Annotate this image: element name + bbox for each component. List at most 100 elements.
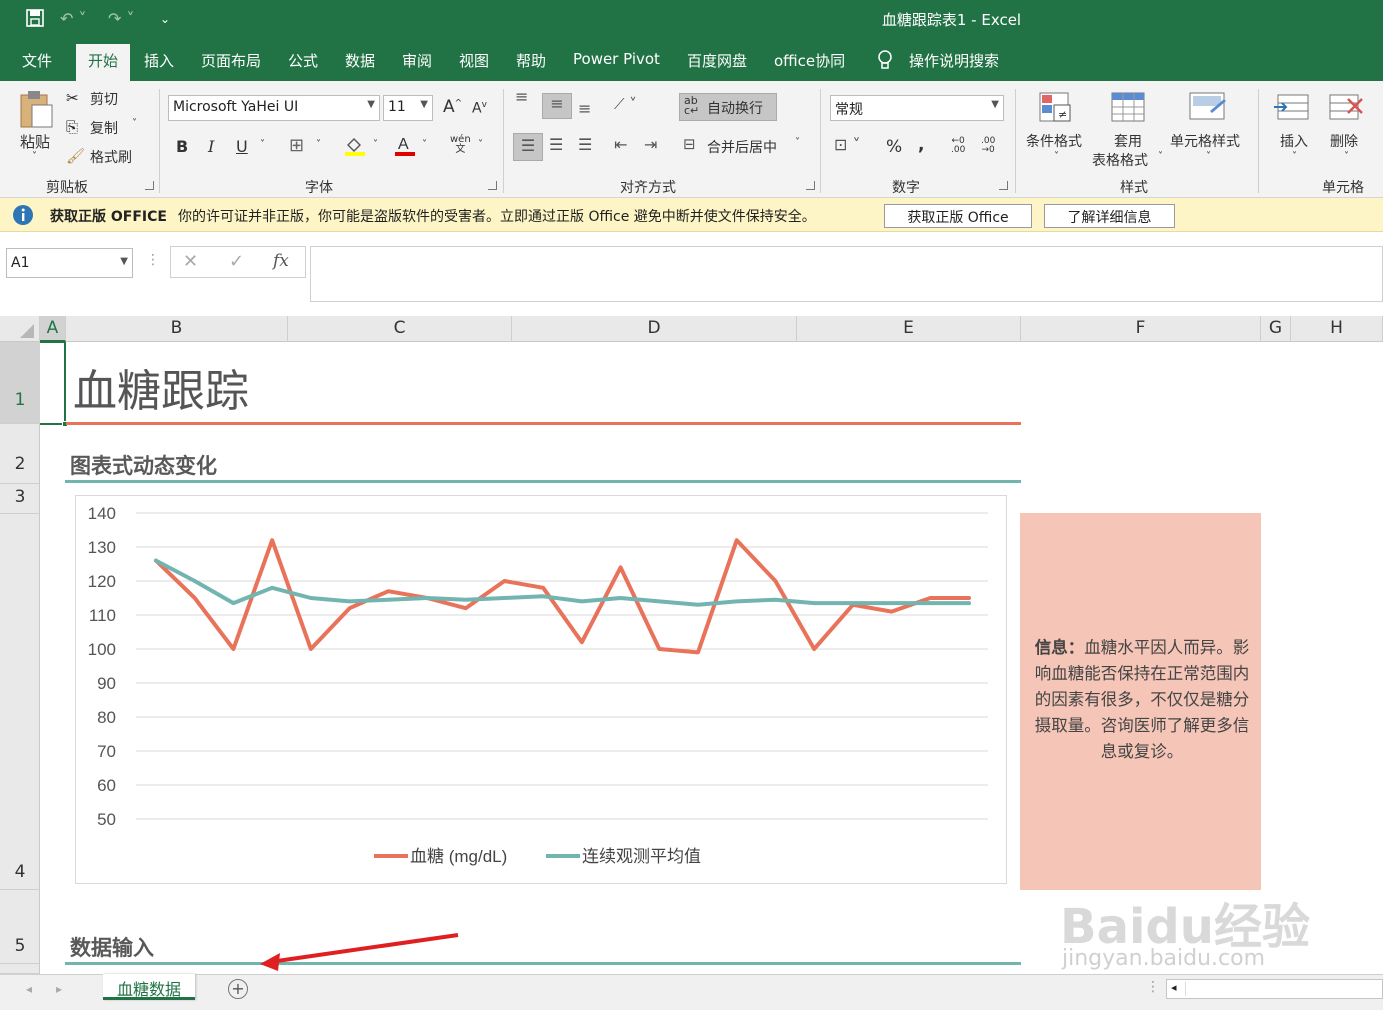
tab-review[interactable]: 审阅 [402, 50, 432, 71]
tab-formulas[interactable]: 公式 [288, 50, 318, 71]
insert-cells-button[interactable]: 插入 ˅ [1272, 91, 1318, 162]
add-sheet-icon[interactable]: + [228, 979, 248, 999]
tab-insert[interactable]: 插入 [144, 50, 174, 71]
format-as-table-button[interactable]: 套用 表格格式 ˅ [1090, 91, 1166, 169]
fill-color-button[interactable] [344, 135, 366, 161]
copy-label: 复制 [90, 121, 118, 137]
underline-button[interactable]: U [236, 137, 248, 156]
align-top-icon[interactable]: ≡ [515, 89, 528, 105]
tab-office-collab[interactable]: office协同 [774, 50, 845, 71]
paste-button[interactable]: 粘贴 ˅ [18, 89, 56, 162]
tell-me-search[interactable]: 操作说明搜索 [909, 50, 999, 71]
horizontal-scrollbar[interactable]: ◂ [1166, 979, 1383, 999]
cancel-icon[interactable]: ✕ [183, 251, 198, 272]
chevron-down-icon[interactable]: ˅ [373, 139, 378, 150]
chevron-down-icon[interactable]: ˅ [260, 139, 265, 150]
font-launcher-icon[interactable] [488, 181, 497, 190]
formula-input[interactable] [310, 246, 1383, 302]
tab-view[interactable]: 视图 [459, 50, 489, 71]
align-center-icon[interactable]: ☰ [549, 135, 563, 154]
decrease-decimal-button[interactable]: .00 →0 [981, 137, 995, 155]
tab-file[interactable]: 文件 [22, 50, 52, 71]
scroll-right-icon[interactable]: ▸ [56, 982, 62, 996]
delete-cells-button[interactable]: 删除 ˅ [1326, 91, 1372, 162]
clipboard-group-label: 剪贴板 [46, 180, 88, 196]
row-header-6[interactable] [0, 964, 40, 974]
tab-power-pivot[interactable]: Power Pivot [573, 50, 660, 68]
format-painter-button[interactable]: 🖌 格式刷 [66, 147, 132, 166]
column-header-h[interactable]: H [1291, 316, 1383, 342]
alignment-launcher-icon[interactable] [806, 181, 815, 190]
align-bottom-icon[interactable]: ≡ [578, 99, 591, 118]
tab-home[interactable]: 开始 [76, 44, 131, 81]
align-middle-icon[interactable]: ≡ [542, 93, 572, 119]
get-genuine-button[interactable]: 获取正版 Office [884, 204, 1032, 228]
row-header-3[interactable]: 3 [0, 484, 40, 514]
chevron-down-icon: ˅ [1206, 151, 1211, 162]
tab-data[interactable]: 数据 [345, 50, 375, 71]
comma-button[interactable]: , [918, 135, 924, 155]
wrap-text-button[interactable]: ab c↵ 自动换行 [679, 93, 777, 121]
column-header-c[interactable]: C [288, 316, 512, 342]
decrease-indent-icon[interactable]: ⇤ [614, 135, 627, 154]
learn-more-button[interactable]: 了解详细信息 [1044, 204, 1175, 228]
phonetic-button[interactable]: wén 文 [450, 135, 471, 155]
y-tick-label: 110 [89, 606, 116, 625]
row-header-2[interactable]: 2 [0, 424, 40, 484]
row-header-1[interactable]: 1 [0, 342, 40, 424]
chevron-down-icon[interactable]: ˅ [478, 139, 483, 150]
column-header-b[interactable]: B [66, 316, 288, 342]
tab-help[interactable]: 帮助 [516, 50, 546, 71]
bold-button[interactable]: B [176, 137, 188, 156]
glucose-chart[interactable]: 140 130 120 110 100 90 80 70 60 50 血糖 (mg/dL) 连续观测平… [75, 495, 1007, 884]
scrollbar-thumb[interactable] [1185, 982, 1380, 996]
merge-center-button[interactable]: ⊟ 合并后居中 ˅ [683, 135, 800, 156]
cell-styles-icon [1189, 92, 1226, 120]
ribbon: 粘贴 ˅ ✂ 剪切 ⎘ 复制 ˅ 🖌 格式刷 剪贴板 Microsoft YaH… [0, 81, 1383, 198]
number-format-combo[interactable]: 常规 ▼ [830, 95, 1004, 121]
font-name-combo[interactable]: Microsoft YaHei UI ▼ [168, 95, 380, 121]
orientation-icon[interactable]: ⟋ ˅ [614, 95, 637, 113]
increase-decimal-button[interactable]: ←0.00 [951, 137, 965, 155]
clipboard-launcher-icon[interactable] [145, 181, 154, 190]
column-header-f[interactable]: F [1021, 316, 1261, 342]
number-group-label: 数字 [892, 180, 920, 196]
scroll-left-icon[interactable]: ◂ [26, 982, 32, 996]
copy-button[interactable]: ⎘ 复制 ˅ [66, 118, 137, 137]
cell-styles-button[interactable]: 单元格样式 ˅ [1170, 91, 1250, 162]
align-right-icon[interactable]: ☰ [578, 135, 592, 154]
borders-icon[interactable]: ⊞ [289, 135, 304, 156]
worksheet[interactable]: 血糖跟踪 图表式动态变化 140 130 120 110 100 90 80 70 60 50 血糖… [40, 342, 1383, 974]
row-header-5[interactable]: 5 [0, 890, 40, 964]
grow-font-button[interactable]: A^ [443, 97, 462, 117]
selected-cell-a1[interactable] [40, 342, 68, 427]
name-box[interactable]: A1 ▼ [6, 248, 133, 278]
column-header-g[interactable]: G [1261, 316, 1291, 342]
chevron-down-icon[interactable]: ˅ [316, 139, 321, 150]
align-left-icon[interactable]: ☰ [513, 133, 543, 161]
shrink-font-button[interactable]: Av [472, 100, 487, 117]
enter-icon[interactable]: ✓ [229, 251, 244, 272]
select-all-button[interactable] [0, 316, 40, 342]
row-header-4[interactable]: 4 [0, 514, 40, 890]
sheet-tab-blood-glucose[interactable]: 血糖数据 [103, 974, 195, 1000]
font-size-combo[interactable]: 11 ▼ [383, 95, 433, 121]
italic-button[interactable]: I [208, 137, 214, 156]
column-header-e[interactable]: E [797, 316, 1021, 342]
number-launcher-icon[interactable] [999, 181, 1008, 190]
chevron-down-icon[interactable]: ˅ [422, 139, 427, 150]
scroll-left-icon[interactable]: ◂ [1171, 981, 1177, 994]
accounting-format-icon[interactable]: ⊡ ˅ [834, 135, 861, 154]
tab-page-layout[interactable]: 页面布局 [201, 50, 261, 71]
tab-baidu[interactable]: 百度网盘 [687, 50, 747, 71]
conditional-formatting-button[interactable]: ≠ 条件格式 ˅ [1026, 91, 1092, 162]
title-bar: ↶ ˅ ↷ ˅ ⌄ 血糖跟踪表1 - Excel [0, 0, 1383, 38]
column-header-a[interactable]: A [40, 316, 66, 342]
increase-indent-icon[interactable]: ⇥ [644, 135, 657, 154]
percent-button[interactable]: % [886, 137, 902, 157]
y-tick-label: 80 [97, 708, 116, 727]
font-color-button[interactable]: A [394, 133, 416, 161]
column-header-d[interactable]: D [512, 316, 797, 342]
cut-button[interactable]: ✂ 剪切 [66, 89, 118, 108]
insert-function-icon[interactable]: fx [273, 251, 289, 271]
